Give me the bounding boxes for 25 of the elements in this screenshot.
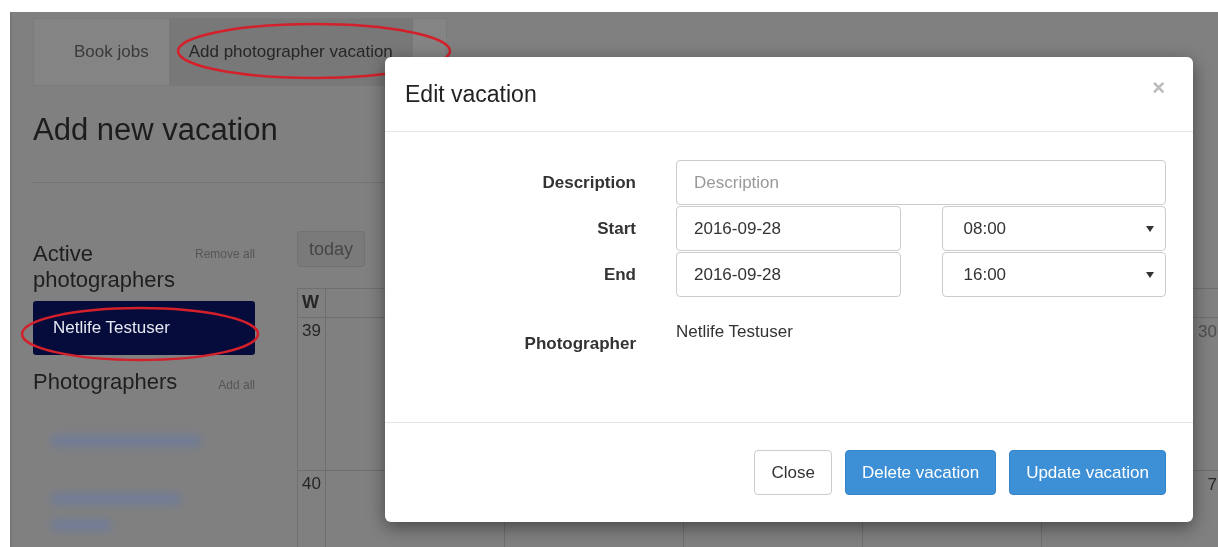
active-photographer-item[interactable]: Netlife Testuser	[33, 301, 255, 355]
section-title: Photographers	[33, 369, 179, 395]
end-time-select[interactable]: 16:00	[941, 252, 1166, 297]
week-number: 40	[298, 471, 326, 547]
update-vacation-button[interactable]: Update vacation	[1009, 450, 1166, 495]
field-label: Photographer	[523, 334, 636, 354]
close-button[interactable]: ×	[1150, 75, 1167, 101]
tab[interactable]: Book jobs	[34, 19, 169, 85]
end-date-field[interactable]: 2016-09-28	[676, 252, 901, 297]
field-label: Start	[596, 218, 636, 239]
week-number: 39	[298, 318, 326, 470]
description-field[interactable]: Description	[676, 160, 1166, 205]
start-time-select[interactable]: 08:00	[941, 206, 1166, 251]
delete-vacation-button[interactable]: Delete vacation	[844, 450, 997, 495]
day-number: 7	[1207, 474, 1218, 495]
field-label: Description	[541, 172, 636, 193]
start-date-field[interactable]: 2016-09-28	[676, 206, 901, 251]
photographer-value: Netlife Testuser	[676, 322, 794, 342]
section-title: Active photographers	[33, 241, 176, 293]
caret-icon	[1146, 225, 1154, 232]
field-label: End	[602, 264, 636, 285]
page-heading: Add new vacation	[33, 112, 279, 148]
caret-icon	[1146, 271, 1154, 278]
close-dialog-button[interactable]: Close	[754, 450, 832, 495]
week-column-header: W	[298, 289, 326, 317]
